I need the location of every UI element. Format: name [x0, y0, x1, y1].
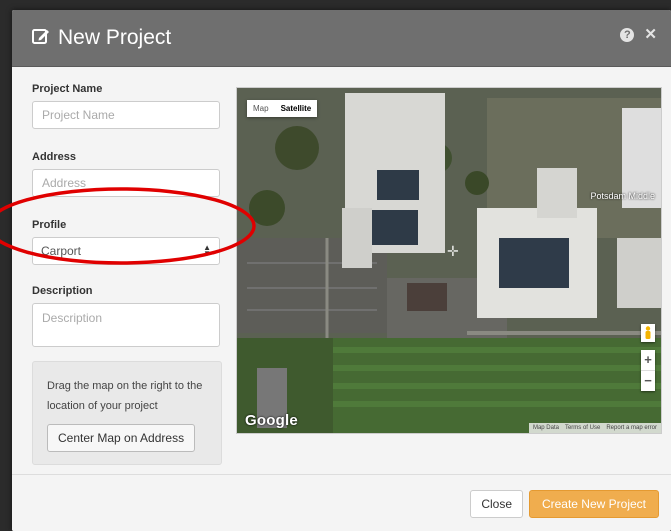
close-icon[interactable]: ✕: [644, 27, 657, 42]
map-data-link[interactable]: Map Data: [533, 425, 559, 431]
address-input[interactable]: [32, 169, 220, 197]
pegman-icon[interactable]: [641, 324, 655, 342]
profile-select[interactable]: Carport ▲ ▼: [32, 237, 220, 265]
create-new-project-button[interactable]: Create New Project: [528, 490, 659, 518]
report-map-error-link[interactable]: Report a map error: [606, 425, 657, 431]
map-type-map[interactable]: Map: [247, 100, 275, 117]
description-label: Description: [32, 285, 93, 297]
modal-title: New Project: [58, 26, 172, 49]
zoom-in-button[interactable]: +: [641, 350, 655, 370]
satellite-imagery: [237, 88, 661, 433]
terms-of-use-link[interactable]: Terms of Use: [565, 425, 600, 431]
zoom-out-button[interactable]: −: [641, 371, 655, 391]
project-name-input[interactable]: [32, 101, 220, 129]
zoom-control: + −: [641, 350, 655, 391]
modal-footer: Close Create New Project: [12, 474, 671, 531]
modal-body: Project Name Address Profile Carport ▲▼ …: [12, 67, 671, 475]
select-arrows-icon: ▲ ▼: [203, 243, 211, 258]
description-input[interactable]: [32, 303, 220, 347]
map-type-control: Map Satellite: [247, 100, 318, 117]
map-type-satellite[interactable]: Satellite: [275, 100, 318, 117]
modal-header: New Project ? ✕: [12, 10, 671, 67]
edit-icon: [32, 27, 58, 50]
map-center-crosshair-icon: ✛: [447, 243, 459, 259]
map-hint-box: Drag the map on the right to the locatio…: [32, 361, 222, 465]
modal-title-wrap: New Project: [32, 26, 171, 50]
address-label: Address: [32, 151, 77, 163]
profile-selected-value: Carport: [41, 244, 82, 258]
google-logo: Google: [245, 412, 298, 429]
project-name-label: Project Name: [32, 83, 103, 95]
satellite-map[interactable]: Map Satellite Potsdam Middle ✛ + − Googl…: [236, 87, 662, 434]
map-place-label: Potsdam Middle: [590, 191, 655, 201]
close-button[interactable]: Close: [470, 490, 523, 518]
center-map-button[interactable]: Center Map on Address: [47, 424, 196, 452]
map-hint-text: Drag the map on the right to the locatio…: [47, 380, 203, 412]
question-circle-icon[interactable]: ?: [620, 28, 635, 42]
new-project-modal: New Project ? ✕ Project Name Address Pro…: [12, 10, 671, 531]
map-attribution: Map Data Terms of Use Report a map error: [528, 423, 661, 433]
profile-label: Profile: [32, 219, 67, 231]
project-form: Project Name Address Profile Carport ▲▼ …: [32, 83, 222, 347]
